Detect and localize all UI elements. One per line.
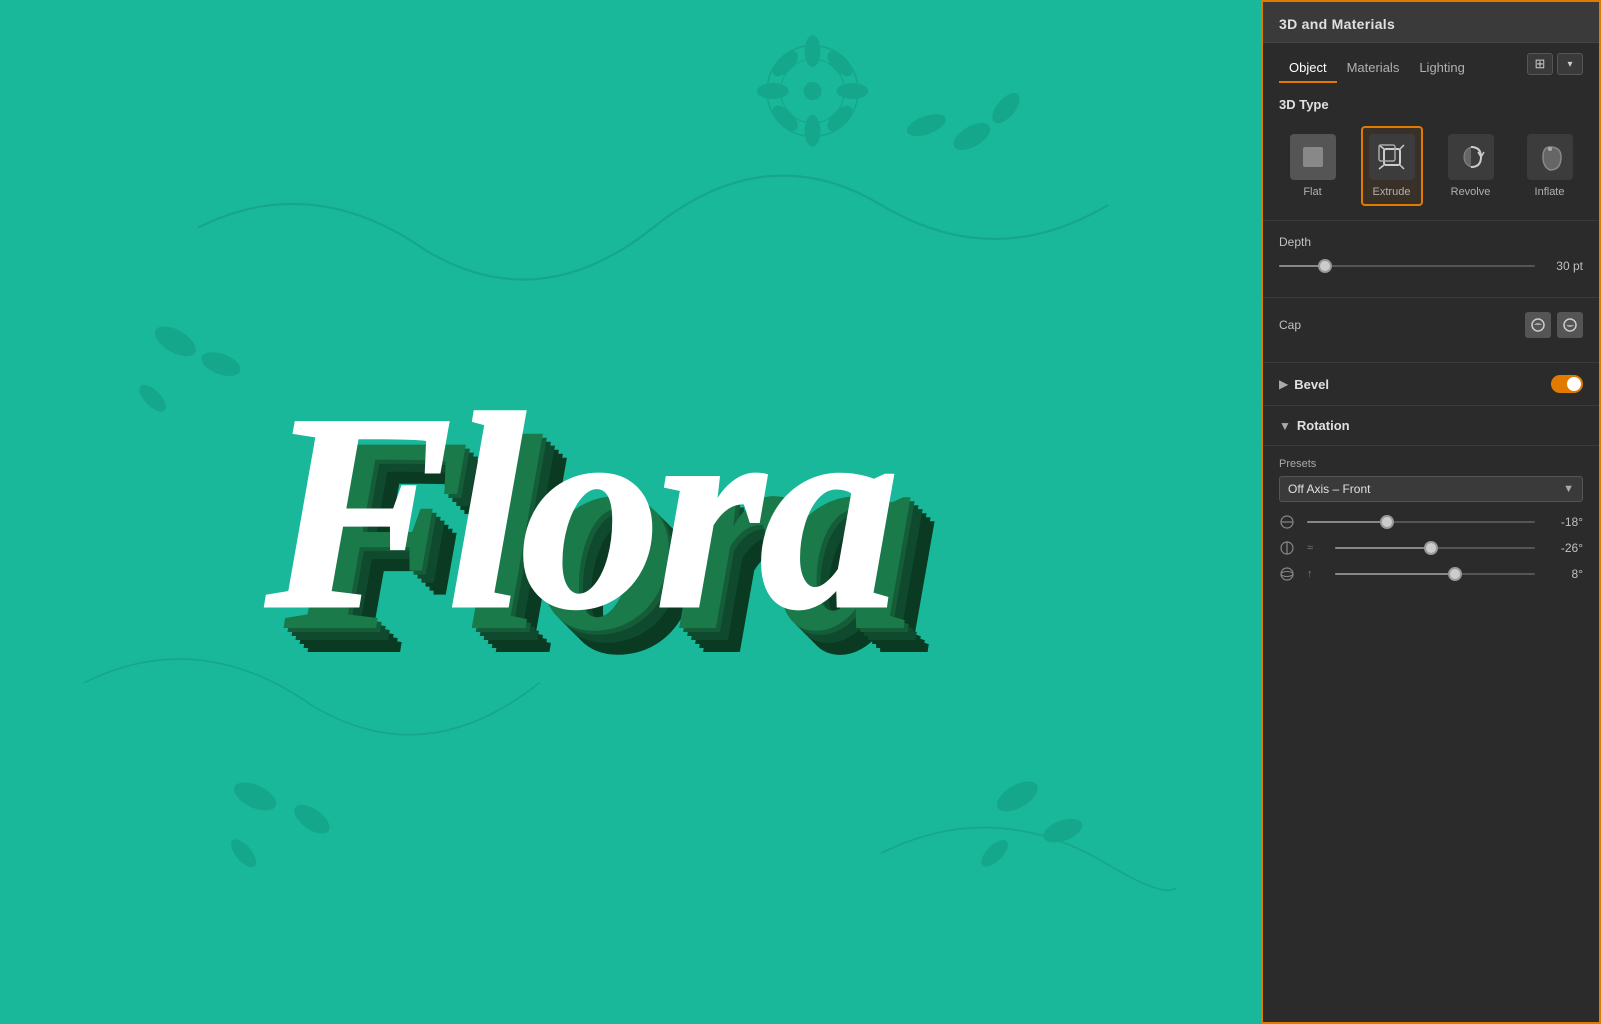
- tabs-right: ⊞ ▾: [1527, 53, 1583, 83]
- rotation-z-sub-icon: ↑: [1307, 568, 1327, 580]
- depth-track: [1279, 265, 1535, 267]
- bevel-header[interactable]: ▶ Bevel: [1263, 363, 1599, 406]
- rotation-z-icon: [1279, 566, 1299, 582]
- inflate-icon: [1527, 134, 1573, 180]
- type-btn-inflate[interactable]: Inflate: [1519, 126, 1581, 206]
- rotation-header[interactable]: ▼ Rotation: [1263, 406, 1599, 446]
- rotation-chevron: ▼: [1279, 419, 1291, 433]
- type-buttons: Flat Extrude: [1279, 126, 1583, 206]
- rotation-y-thumb[interactable]: [1424, 541, 1438, 555]
- 3d-type-label: 3D Type: [1279, 97, 1583, 112]
- rotation-x-row: -18°: [1279, 514, 1583, 530]
- tabs-area: Object Materials Lighting ⊞ ▾: [1263, 43, 1599, 83]
- rotation-y-slider[interactable]: [1335, 547, 1535, 549]
- flat-icon: [1290, 134, 1336, 180]
- rotation-z-value: 8°: [1543, 567, 1583, 581]
- depth-section: Depth 30 pt: [1263, 221, 1599, 298]
- tab-lighting[interactable]: Lighting: [1409, 54, 1475, 83]
- panel-header: 3D and Materials: [1263, 2, 1599, 43]
- rotation-y-icon: [1279, 540, 1299, 556]
- cap-row: Cap: [1279, 312, 1583, 338]
- extrude-label: Extrude: [1373, 186, 1411, 198]
- inflate-label: Inflate: [1535, 186, 1565, 198]
- panel-expand-icon[interactable]: ▾: [1557, 53, 1583, 75]
- preset-chevron: ▼: [1563, 483, 1574, 495]
- depth-slider-row: 30 pt: [1279, 259, 1583, 273]
- rotation-y-sub-icon: ≈: [1307, 542, 1327, 554]
- rotation-x-slider[interactable]: [1307, 521, 1535, 523]
- panel-title: 3D and Materials: [1279, 16, 1395, 32]
- preset-dropdown[interactable]: Off Axis – Front ▼: [1279, 476, 1583, 502]
- extrude-icon: [1369, 134, 1415, 180]
- revolve-label: Revolve: [1451, 186, 1491, 198]
- cap-section: Cap: [1263, 298, 1599, 363]
- presets-label: Presets: [1279, 458, 1583, 470]
- depth-label: Depth: [1279, 235, 1324, 249]
- flat-label: Flat: [1303, 186, 1321, 198]
- rotation-y-fill: [1335, 547, 1431, 549]
- canvas-area: Flora Flora: [0, 0, 1261, 1024]
- rotation-x-value: -18°: [1543, 515, 1583, 529]
- depth-thumb[interactable]: [1318, 259, 1332, 273]
- rotation-z-thumb[interactable]: [1448, 567, 1462, 581]
- rotation-y-track: [1335, 547, 1535, 549]
- 3d-type-section: 3D Type Flat: [1263, 83, 1599, 221]
- depth-value: 30 pt: [1543, 259, 1583, 273]
- cap-icons: [1525, 312, 1583, 338]
- flora-text: Flora: [266, 372, 895, 652]
- rotation-z-slider[interactable]: [1335, 573, 1535, 575]
- rotation-z-track: [1335, 573, 1535, 575]
- preset-value: Off Axis – Front: [1288, 482, 1370, 496]
- panel-menu-icon[interactable]: ⊞: [1527, 53, 1553, 75]
- rotation-z-row: ↑ 8°: [1279, 566, 1583, 582]
- rotation-content: Presets Off Axis – Front ▼ -18°: [1263, 446, 1599, 604]
- depth-row: Depth: [1279, 235, 1583, 249]
- rotation-x-thumb[interactable]: [1380, 515, 1394, 529]
- bevel-toggle[interactable]: [1551, 375, 1583, 393]
- rotation-y-row: ≈ -26°: [1279, 540, 1583, 556]
- cap-icon-back[interactable]: [1557, 312, 1583, 338]
- rotation-title: Rotation: [1297, 418, 1583, 433]
- tab-object[interactable]: Object: [1279, 54, 1337, 83]
- type-btn-flat[interactable]: Flat: [1282, 126, 1344, 206]
- panel: 3D and Materials Object Materials Lighti…: [1261, 0, 1601, 1024]
- revolve-icon: [1448, 134, 1494, 180]
- bevel-title: Bevel: [1294, 377, 1545, 392]
- cap-label: Cap: [1279, 318, 1324, 332]
- cap-icon-front[interactable]: [1525, 312, 1551, 338]
- rotation-y-value: -26°: [1543, 541, 1583, 555]
- type-btn-extrude[interactable]: Extrude: [1361, 126, 1423, 206]
- rotation-x-fill: [1307, 521, 1387, 523]
- rotation-z-fill: [1335, 573, 1455, 575]
- bevel-chevron: ▶: [1279, 377, 1288, 391]
- depth-slider[interactable]: [1279, 265, 1535, 267]
- bevel-knob: [1567, 377, 1581, 391]
- tab-materials[interactable]: Materials: [1337, 54, 1410, 83]
- rotation-x-icon: [1279, 514, 1299, 530]
- type-btn-revolve[interactable]: Revolve: [1440, 126, 1502, 206]
- rotation-x-track: [1307, 521, 1535, 523]
